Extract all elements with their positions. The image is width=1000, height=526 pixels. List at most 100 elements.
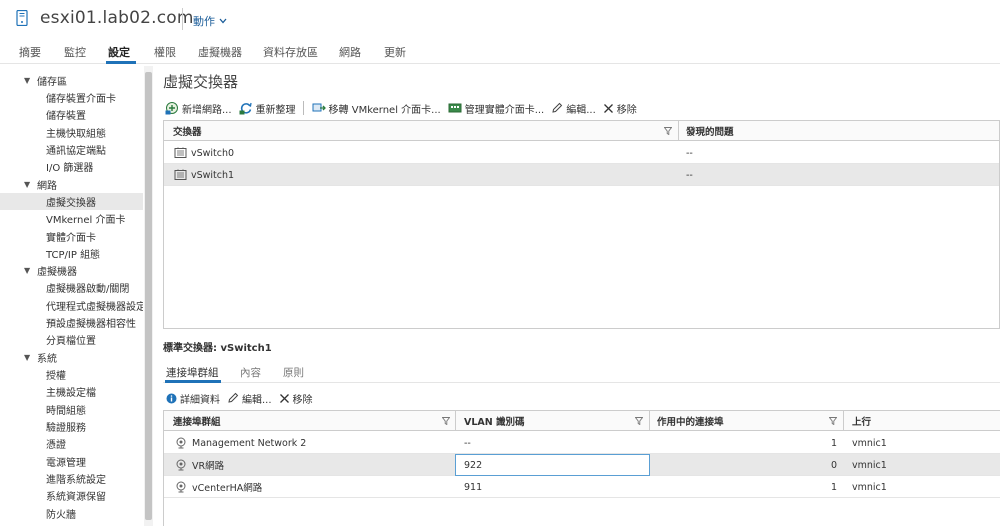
remove-portgroup-button[interactable]: 移除 [279, 391, 313, 406]
remove-switch-label: 移除 [616, 104, 637, 116]
tab-datastores[interactable]: 資料存放區 [263, 44, 318, 60]
sidebar-group-networking[interactable]: ▼ 網路 [0, 176, 57, 193]
table-row[interactable]: vSwitch0 -- [164, 142, 999, 164]
active-ports-cell: 1 [830, 437, 837, 449]
migrate-icon [312, 101, 326, 115]
tab-vms[interactable]: 虛擬機器 [198, 44, 242, 60]
sidebar-item-resource-reservation[interactable]: 系統資源保留 [0, 487, 106, 504]
sidebar-item-time-config[interactable]: 時間組態 [0, 401, 86, 418]
sidebar-item-protocol-endpoints[interactable]: 通訊協定端點 [0, 141, 106, 158]
sidebar-item-storage-adapters[interactable]: 儲存裝置介面卡 [0, 89, 116, 106]
sidebar-item-certificate[interactable]: 憑證 [0, 435, 66, 452]
add-network-label: 新增網路... [182, 104, 232, 116]
page-title: 虛擬交換器 [163, 73, 239, 91]
tab-networks[interactable]: 網路 [339, 44, 361, 60]
sidebar-item-agent-vm-settings[interactable]: 代理程式虛擬機器設定 [0, 297, 143, 314]
column-header-portgroup[interactable]: 連接埠群組 [173, 411, 221, 431]
actions-menu-label: 動作 [193, 15, 215, 28]
close-icon [279, 393, 290, 404]
sidebar-item-io-filters[interactable]: I/O 篩選器 [0, 158, 93, 175]
sidebar-group-storage[interactable]: ▼ 儲存區 [0, 72, 67, 89]
sidebar-item-tcpip-config[interactable]: TCP/IP 組態 [0, 245, 100, 262]
sidebar-group-label: 系統 [37, 354, 57, 365]
active-ports-cell: 1 [830, 481, 837, 493]
active-ports-cell: 0 [830, 459, 837, 471]
tab-port-groups[interactable]: 連接埠群組 [166, 365, 219, 380]
sidebar-item-default-vm-compat[interactable]: 預設虛擬機器相容性 [0, 314, 136, 331]
sidebar-item-licensing[interactable]: 授權 [0, 366, 66, 383]
column-resizer[interactable] [678, 121, 679, 141]
column-resizer[interactable] [843, 411, 844, 431]
sidebar-item-firewall[interactable]: 防火牆 [0, 505, 76, 522]
tab-monitor[interactable]: 監控 [64, 44, 86, 60]
vlan-inline-editor[interactable]: 922 [455, 454, 650, 476]
column-header-issues[interactable]: 發現的問題 [686, 121, 734, 141]
remove-switch-button[interactable]: 移除 [603, 101, 637, 116]
sidebar-item-swap-file-location[interactable]: 分頁檔位置 [0, 331, 96, 348]
manage-physical-adapters-button[interactable]: 管理實體介面卡... [448, 101, 544, 116]
detail-tab-bar: 連接埠群組 內容 原則 [163, 362, 1000, 383]
column-header-vlan[interactable]: VLAN 識別碼 [464, 411, 525, 431]
details-button[interactable]: 詳細資料 [166, 391, 220, 406]
host-name-title: esxi01.lab02.com [40, 8, 194, 28]
caret-down-icon: ▼ [24, 180, 31, 189]
column-resizer[interactable] [455, 411, 456, 431]
sidebar-item-vmkernel-adapters[interactable]: VMkernel 介面卡 [0, 210, 125, 227]
sidebar-item-host-cache[interactable]: 主機快取組態 [0, 124, 106, 141]
add-network-button[interactable]: 新增網路... [165, 101, 232, 116]
table-row[interactable]: vSwitch1 -- [164, 164, 999, 186]
portgroup-icon [175, 481, 187, 493]
refresh-button[interactable]: 重新整理 [239, 101, 296, 116]
switch-toolbar: 新增網路... 重新整理 移轉 VMkernel 介面卡... 管理實體介面卡.… [165, 100, 644, 116]
uplink-cell: vmnic1 [852, 481, 887, 493]
tab-permissions[interactable]: 權限 [154, 44, 176, 60]
table-row[interactable]: vCenterHA網路 911 1 vmnic1 [164, 476, 1000, 498]
portgroup-icon [175, 459, 187, 471]
switch-name-cell: vSwitch0 [174, 142, 234, 164]
filter-icon[interactable] [442, 417, 450, 425]
portgroup-name: Management Network 2 [192, 437, 307, 449]
header-divider [182, 8, 183, 30]
sidebar-item-host-profile[interactable]: 主機設定檔 [0, 383, 96, 400]
filter-icon[interactable] [635, 417, 643, 425]
tab-properties[interactable]: 內容 [240, 365, 261, 380]
portgroup-name-cell: vCenterHA網路 [175, 476, 262, 498]
sidebar-item-vm-startup-shutdown[interactable]: 虛擬機器啟動/關閉 [0, 279, 129, 296]
switch-name-cell: vSwitch1 [174, 164, 234, 186]
migrate-vmkernel-label: 移轉 VMkernel 介面卡... [328, 104, 441, 116]
actions-menu-button[interactable]: 動作 [193, 13, 227, 29]
portgroup-icon [175, 437, 187, 449]
edit-switch-button[interactable]: 編輯... [551, 101, 596, 116]
migrate-vmkernel-button[interactable]: 移轉 VMkernel 介面卡... [312, 101, 441, 116]
column-header-uplink[interactable]: 上行 [852, 411, 871, 431]
sidebar-item-power-management[interactable]: 電源管理 [0, 453, 86, 470]
table-row[interactable]: Management Network 2 -- 1 vmnic1 [164, 432, 1000, 454]
sidebar-item-advanced-settings[interactable]: 進階系統設定 [0, 470, 106, 487]
sidebar-group-label: 儲存區 [37, 77, 67, 88]
filter-icon[interactable] [829, 417, 837, 425]
sidebar-group-system[interactable]: ▼ 系統 [0, 349, 57, 366]
sidebar-scrollbar-thumb[interactable] [145, 72, 152, 520]
toolbar-divider [302, 101, 304, 115]
edit-portgroup-button[interactable]: 編輯... [227, 391, 272, 406]
sidebar-group-vms[interactable]: ▼ 虛擬機器 [0, 262, 77, 279]
table-row[interactable]: VR網路 922 0 vmnic1 [164, 454, 1000, 476]
column-header-active-ports[interactable]: 作用中的連接埠 [657, 411, 724, 431]
remove-portgroup-label: 移除 [292, 394, 313, 406]
portgroup-name-cell: Management Network 2 [175, 432, 306, 454]
sidebar-item-storage-devices[interactable]: 儲存裝置 [0, 106, 86, 123]
tab-configure[interactable]: 設定 [108, 44, 130, 60]
portgroup-name-cell: VR網路 [175, 454, 224, 476]
column-resizer[interactable] [649, 411, 650, 431]
column-header-switch[interactable]: 交換器 [173, 121, 202, 141]
sidebar-item-auth-services[interactable]: 驗證服務 [0, 418, 86, 435]
sidebar-item-physical-adapters[interactable]: 實體介面卡 [0, 228, 96, 245]
tab-updates[interactable]: 更新 [384, 44, 406, 60]
sidebar-group-label: 虛擬機器 [37, 267, 77, 278]
tab-summary[interactable]: 摘要 [19, 44, 41, 60]
tab-policies[interactable]: 原則 [283, 365, 304, 380]
sidebar-item-virtual-switches[interactable]: 虛擬交換器 [0, 193, 143, 210]
filter-icon[interactable] [664, 127, 672, 135]
issues-cell: -- [686, 147, 693, 159]
issues-cell: -- [686, 169, 693, 181]
